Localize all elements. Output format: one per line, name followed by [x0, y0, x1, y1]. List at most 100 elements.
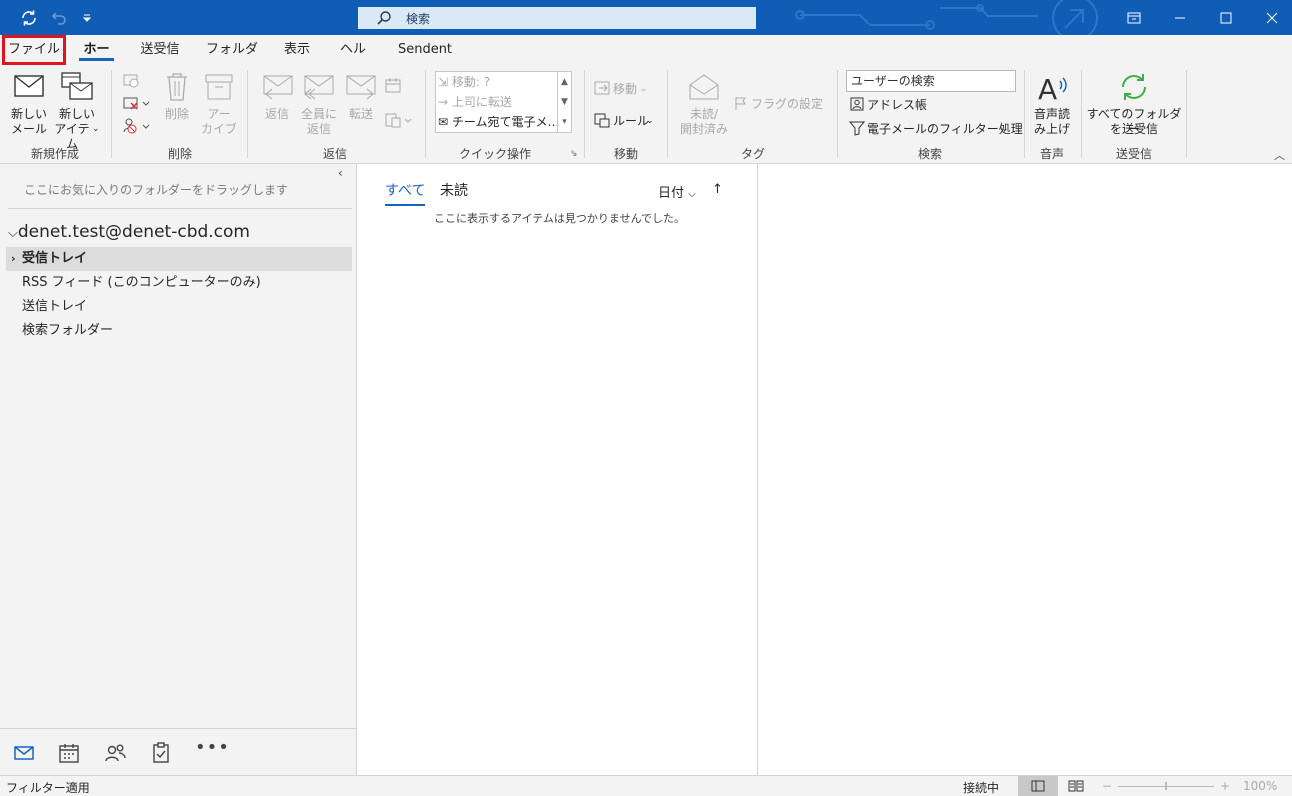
reading-pane	[759, 164, 1292, 775]
send-receive-icon	[1122, 74, 1146, 100]
group-label-tags: タグ	[740, 147, 765, 161]
message-list: すべて 未読 日付 ⌵ ↑ ここに表示するアイテムは見つかりませんでした。	[358, 164, 758, 775]
rules-label: ルール	[613, 114, 650, 128]
search-bar[interactable]: 検索	[358, 7, 756, 29]
dialog-launcher-icon[interactable]: ⇘	[570, 149, 578, 159]
maximize-icon[interactable]	[1203, 0, 1249, 35]
scroll-down-icon[interactable]: ▼	[557, 92, 571, 112]
chevron-down-icon: ⌄	[814, 99, 822, 109]
mail-nav-icon[interactable]	[12, 741, 36, 765]
quick-step-forward-boss[interactable]: → 上司に転送	[438, 92, 512, 112]
group-label-new: 新規作成	[30, 147, 79, 161]
address-book-label: アドレス帳	[867, 98, 928, 112]
normal-view-button[interactable]	[1018, 776, 1058, 796]
group-label-move: 移動	[613, 147, 638, 161]
more-respond-icon[interactable]	[384, 111, 414, 129]
sort-direction-button[interactable]: ↑	[712, 182, 723, 197]
clean-up-icon[interactable]	[122, 95, 150, 111]
quick-step-team-email[interactable]: ✉ チーム宛て電子メ…	[438, 112, 560, 132]
filter-tab-all[interactable]: すべて	[385, 180, 426, 206]
folder-outbox-label: 送信トレイ	[22, 299, 88, 314]
collapse-ribbon-icon[interactable]: ︿	[1274, 147, 1285, 163]
tab-view[interactable]: 表示	[282, 35, 312, 65]
connection-status: 接続中	[963, 781, 1000, 795]
zoom-in-icon[interactable]: +	[1220, 779, 1230, 793]
flag-label: フラグの設定	[751, 97, 824, 111]
reply-all-label-2: 返信	[306, 122, 331, 136]
tab-sendent[interactable]: Sendent	[396, 35, 454, 65]
user-search-input[interactable]: ユーザーの検索	[846, 70, 1016, 92]
send-receive-all-label-2: を送受信	[1109, 122, 1158, 136]
favorites-hint: ここにお気に入りのフォルダーをドラッグします	[24, 183, 289, 197]
undo-icon[interactable]	[44, 0, 74, 35]
ribbon-separator	[247, 70, 248, 158]
filter-status: フィルター適用	[6, 781, 90, 795]
ribbon-separator	[584, 70, 585, 158]
filter-icon	[849, 121, 865, 136]
new-mail-label-2: メール	[10, 122, 47, 136]
close-icon[interactable]	[1249, 0, 1292, 35]
search-icon	[377, 11, 391, 25]
account-header[interactable]: ⌵denet.test@denet-cbd.com	[8, 222, 250, 242]
normal-view-icon	[1031, 780, 1045, 792]
tab-folder[interactable]: フォルダー	[204, 35, 260, 87]
expand-gallery-icon[interactable]: ▾	[557, 112, 571, 132]
chevron-right-icon: ›	[11, 252, 16, 265]
move-folder-icon	[594, 81, 610, 95]
quick-step-move[interactable]: ⇲ 移動: ?	[438, 72, 490, 92]
address-book-icon	[850, 97, 864, 111]
new-items-label-1: 新しい	[58, 107, 95, 121]
ribbon-separator	[837, 70, 838, 158]
tasks-nav-icon[interactable]	[149, 741, 173, 765]
quick-step-move-label: 移動: ?	[451, 75, 491, 89]
minimize-icon[interactable]	[1157, 0, 1203, 35]
new-items-icon	[61, 72, 93, 100]
sync-icon[interactable]	[14, 0, 44, 35]
delete-label: 削除	[164, 107, 189, 121]
envelope-icon: ✉	[438, 115, 452, 129]
zoom-slider-thumb[interactable]	[1165, 782, 1167, 790]
zoom-out-icon[interactable]: −	[1102, 779, 1112, 793]
group-label-find: 検索	[917, 147, 942, 161]
unread-read-label-1: 未読/	[689, 107, 719, 121]
meeting-reply-icon[interactable]	[384, 77, 402, 95]
ribbon-display-options-icon[interactable]	[1111, 0, 1157, 35]
ignore-icon[interactable]	[122, 72, 140, 88]
tab-send-receive[interactable]: 送受信	[138, 35, 182, 65]
sort-by-date-button[interactable]: 日付 ⌵	[658, 182, 696, 201]
reading-view-button[interactable]	[1068, 779, 1084, 795]
scroll-up-icon[interactable]: ▲	[557, 72, 571, 92]
collapse-pane-icon[interactable]: ‹	[338, 166, 343, 180]
tab-help[interactable]: ヘルプ	[334, 35, 372, 87]
folder-search-label: 検索フォルダー	[22, 323, 114, 338]
quick-steps-gallery: ⇲ 移動: ? → 上司に転送 ✉ チーム宛て電子メ… ▲ ▼ ▾	[435, 71, 572, 133]
filter-email-label: 電子メールのフィルター処理	[867, 122, 1023, 136]
new-mail-label-1: 新しい	[10, 107, 47, 121]
junk-icon[interactable]	[122, 117, 150, 135]
customize-toolbar-icon[interactable]	[72, 0, 102, 35]
folder-inbox[interactable]: › 受信トレイ	[6, 247, 352, 271]
mail-icon	[14, 75, 44, 97]
folder-move-icon: ⇲	[438, 75, 452, 89]
ribbon-separator	[1081, 70, 1082, 158]
tab-file[interactable]: ファイル	[2, 35, 66, 65]
calendar-nav-icon[interactable]	[57, 741, 81, 765]
forward-icon	[346, 75, 376, 100]
folder-rss[interactable]: RSS フィード (このコンピューターのみ)	[6, 271, 352, 295]
folder-outbox[interactable]: 送信トレイ	[6, 295, 352, 319]
reply-all-icon	[304, 75, 334, 100]
folder-search[interactable]: 検索フォルダー	[6, 319, 352, 343]
tab-home[interactable]: ホーム	[79, 35, 114, 87]
forward-label: 転送	[348, 107, 373, 121]
group-label-delete: 削除	[167, 147, 192, 161]
people-nav-icon[interactable]	[103, 741, 127, 765]
archive-icon	[205, 74, 233, 100]
svg-text:A: A	[1038, 73, 1057, 103]
zoom-level[interactable]: 100%	[1243, 779, 1277, 793]
folder-pane: ‹ ここにお気に入りのフォルダーをドラッグします ⌵denet.test@den…	[0, 164, 357, 775]
group-label-quick-steps: クイック操作	[458, 147, 531, 161]
more-apps-icon[interactable]: •••	[195, 737, 229, 761]
filter-tab-unread[interactable]: 未読	[440, 180, 468, 200]
account-email: denet.test@denet-cbd.com	[17, 222, 250, 242]
ribbon-separator	[425, 70, 426, 158]
